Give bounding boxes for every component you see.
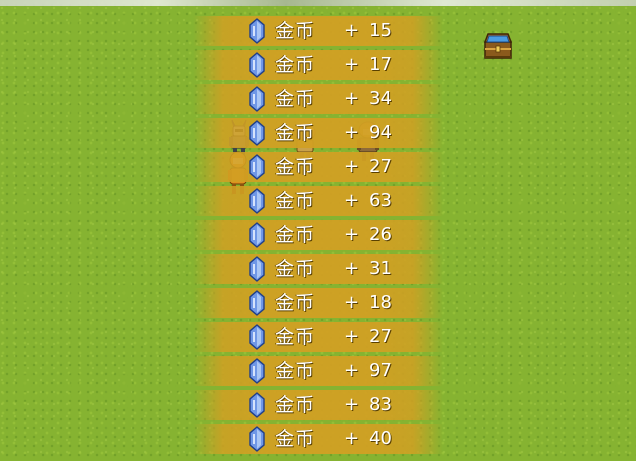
- reward-amount: 27: [369, 326, 392, 347]
- blue-crystal-icon: [249, 426, 265, 452]
- blue-crystal-icon: [249, 256, 265, 282]
- blue-crystal-icon: [249, 188, 265, 214]
- reward-row-band: [193, 186, 443, 216]
- reward-list: 金币 + 15 金币 + 17 金币 + 34 金币 + 94 金币 + 27 …: [193, 14, 443, 456]
- reward-amount: 17: [369, 54, 392, 75]
- reward-row-12: 金币 + 83: [193, 388, 443, 422]
- reward-row-band: [193, 424, 443, 454]
- reward-item-name: 金币: [275, 122, 316, 144]
- reward-row-7: 金币 + 26: [193, 218, 443, 252]
- reward-row-13: 金币 + 40: [193, 422, 443, 456]
- blue-crystal-icon: [249, 290, 265, 316]
- reward-plus-sign: +: [344, 326, 360, 347]
- blue-crystal-icon: [249, 358, 265, 384]
- reward-plus-sign: +: [344, 428, 360, 449]
- reward-row-band: [193, 50, 443, 80]
- reward-item-name: 金币: [275, 394, 316, 416]
- reward-plus-sign: +: [344, 20, 360, 41]
- reward-amount: 27: [369, 156, 392, 177]
- reward-row-5: 金币 + 27: [193, 150, 443, 184]
- reward-row-band: [193, 220, 443, 250]
- reward-item-name: 金币: [275, 156, 316, 178]
- reward-amount: 34: [369, 88, 392, 109]
- blue-crystal-icon: [249, 222, 265, 248]
- reward-row-band: [193, 16, 443, 46]
- blue-crystal-icon: [249, 52, 265, 78]
- treasure-chest-icon[interactable]: [482, 28, 514, 62]
- map-top-edge: [0, 0, 636, 6]
- reward-row-4: 金币 + 94: [193, 116, 443, 150]
- blue-crystal-icon: [249, 324, 265, 350]
- reward-row-1: 金币 + 15: [193, 14, 443, 48]
- reward-plus-sign: +: [344, 54, 360, 75]
- reward-plus-sign: +: [344, 292, 360, 313]
- reward-item-name: 金币: [275, 428, 316, 450]
- blue-crystal-icon: [249, 154, 265, 180]
- reward-row-band: [193, 152, 443, 182]
- reward-plus-sign: +: [344, 122, 360, 143]
- blue-crystal-icon: [249, 392, 265, 418]
- reward-row-3: 金币 + 34: [193, 82, 443, 116]
- reward-amount: 94: [369, 122, 392, 143]
- reward-item-name: 金币: [275, 360, 316, 382]
- reward-amount: 97: [369, 360, 392, 381]
- reward-plus-sign: +: [344, 224, 360, 245]
- blue-crystal-icon: [249, 86, 265, 112]
- reward-row-band: [193, 390, 443, 420]
- reward-row-11: 金币 + 97: [193, 354, 443, 388]
- reward-row-band: [193, 288, 443, 318]
- reward-row-2: 金币 + 17: [193, 48, 443, 82]
- reward-item-name: 金币: [275, 258, 316, 280]
- reward-row-band: [193, 84, 443, 114]
- reward-amount: 40: [369, 428, 392, 449]
- reward-plus-sign: +: [344, 156, 360, 177]
- reward-row-9: 金币 + 18: [193, 286, 443, 320]
- reward-amount: 15: [369, 20, 392, 41]
- reward-item-name: 金币: [275, 292, 316, 314]
- reward-amount: 63: [369, 190, 392, 211]
- reward-item-name: 金币: [275, 20, 316, 42]
- reward-amount: 83: [369, 394, 392, 415]
- reward-plus-sign: +: [344, 190, 360, 211]
- reward-item-name: 金币: [275, 54, 316, 76]
- reward-row-6: 金币 + 63: [193, 184, 443, 218]
- reward-item-name: 金币: [275, 326, 316, 348]
- reward-plus-sign: +: [344, 258, 360, 279]
- reward-item-name: 金币: [275, 190, 316, 212]
- reward-row-8: 金币 + 31: [193, 252, 443, 286]
- reward-row-band: [193, 356, 443, 386]
- blue-crystal-icon: [249, 18, 265, 44]
- blue-crystal-icon: [249, 120, 265, 146]
- reward-item-name: 金币: [275, 88, 316, 110]
- reward-row-band: [193, 118, 443, 148]
- reward-amount: 31: [369, 258, 392, 279]
- reward-row-band: [193, 322, 443, 352]
- reward-row-10: 金币 + 27: [193, 320, 443, 354]
- reward-amount: 26: [369, 224, 392, 245]
- reward-plus-sign: +: [344, 360, 360, 381]
- reward-row-band: [193, 254, 443, 284]
- reward-plus-sign: +: [344, 88, 360, 109]
- reward-amount: 18: [369, 292, 392, 313]
- reward-item-name: 金币: [275, 224, 316, 246]
- reward-plus-sign: +: [344, 394, 360, 415]
